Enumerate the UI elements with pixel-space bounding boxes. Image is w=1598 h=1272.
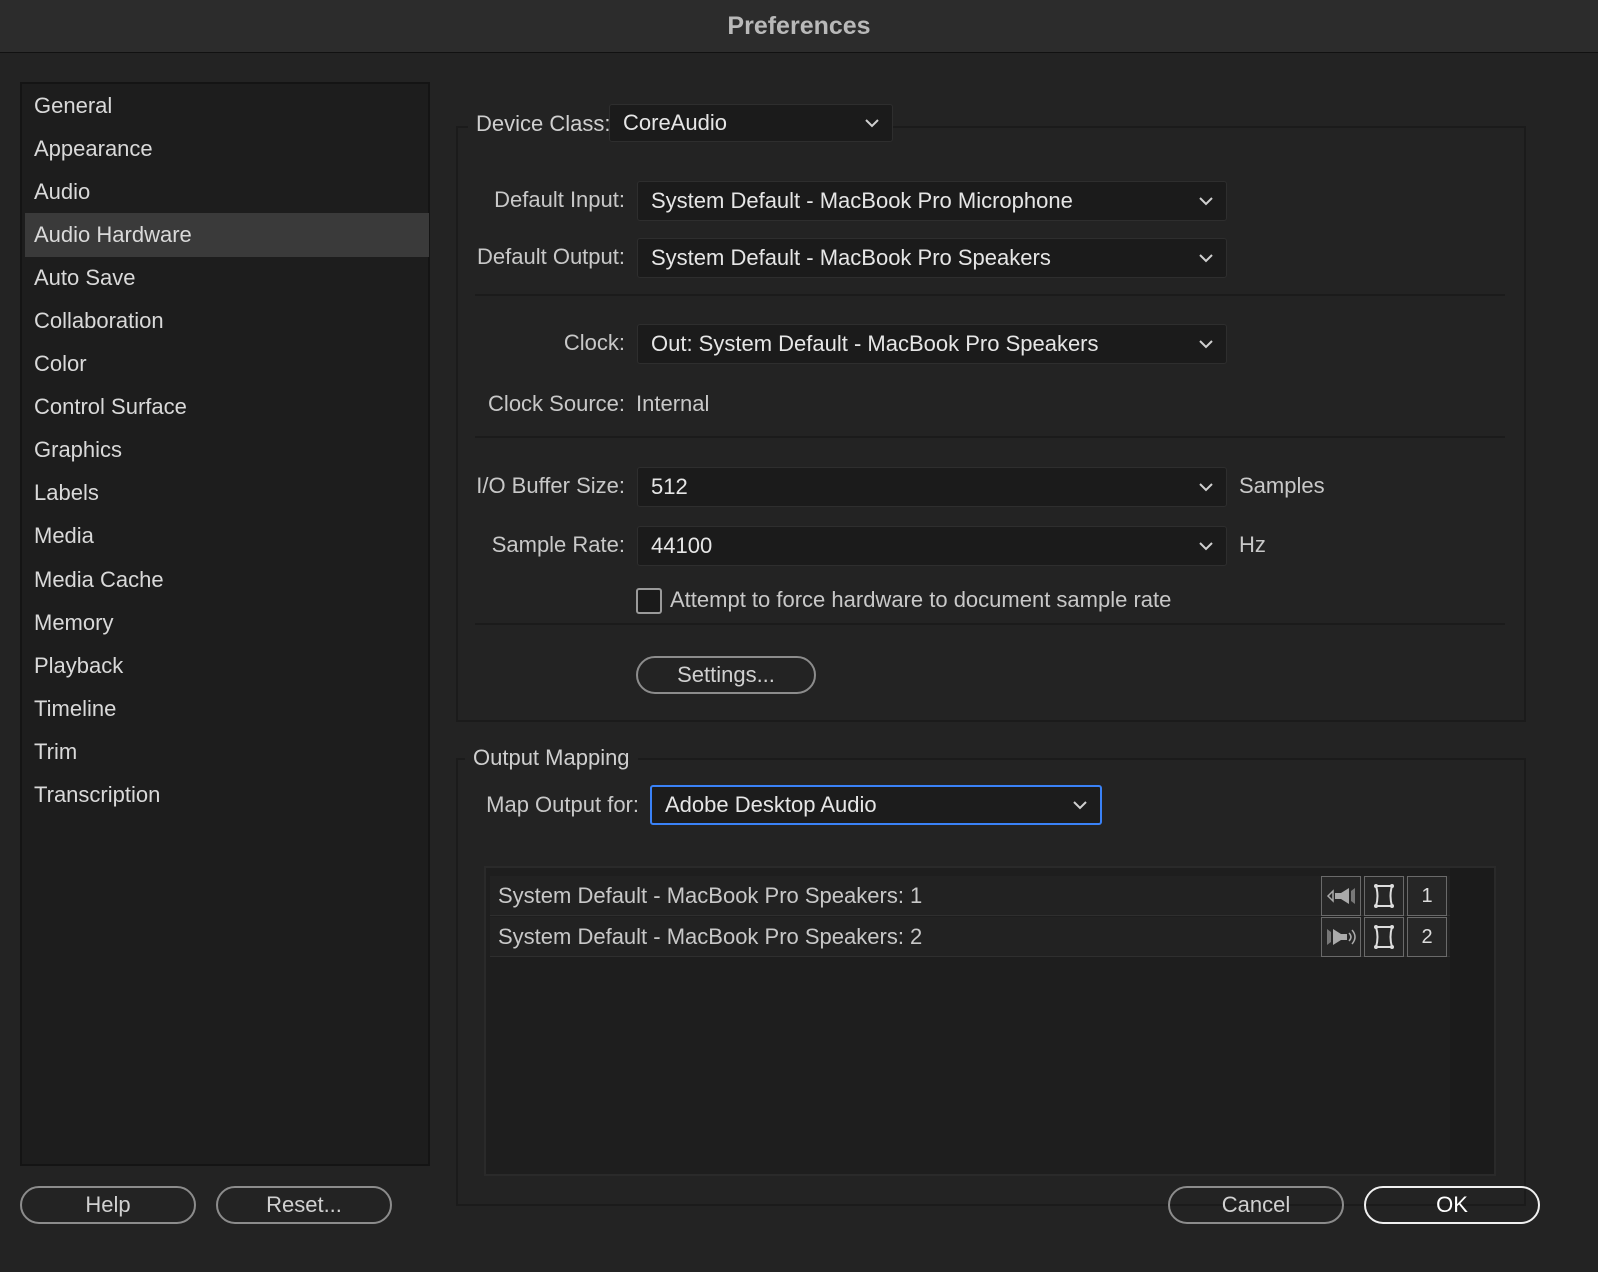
chevron-down-icon: [1199, 254, 1213, 263]
speaker-right-icon[interactable]: [1321, 917, 1361, 957]
ok-button-label: OK: [1436, 1192, 1468, 1217]
settings-button-label: Settings...: [677, 662, 775, 687]
clock-select[interactable]: Out: System Default - MacBook Pro Speake…: [637, 324, 1227, 364]
help-button[interactable]: Help: [20, 1186, 196, 1224]
channel-number[interactable]: 1: [1407, 876, 1447, 916]
divider: [475, 623, 1505, 625]
sidebar-item-label: Color: [34, 351, 87, 376]
sidebar-item-trim[interactable]: Trim: [25, 730, 429, 774]
force-sample-rate-label: Attempt to force hardware to document sa…: [670, 587, 1172, 612]
scrollbar[interactable]: [1450, 868, 1494, 1174]
default-input-value: System Default - MacBook Pro Microphone: [651, 188, 1073, 213]
divider: [475, 436, 1505, 438]
cancel-button-label: Cancel: [1221, 1192, 1291, 1217]
chevron-down-icon: [865, 119, 879, 128]
sidebar-item-media-cache[interactable]: Media Cache: [25, 558, 429, 602]
sidebar-item-label: Trim: [34, 739, 78, 764]
preferences-sidebar: General Appearance Audio Audio Hardware …: [20, 82, 430, 1166]
device-class-select[interactable]: CoreAudio: [609, 104, 893, 142]
default-output-value: System Default - MacBook Pro Speakers: [651, 245, 1051, 270]
clock-value: Out: System Default - MacBook Pro Speake…: [651, 331, 1099, 356]
sidebar-item-label: Media Cache: [34, 567, 164, 592]
ok-button[interactable]: OK: [1364, 1186, 1540, 1224]
divider: [475, 294, 1505, 296]
sidebar-item-label: Memory: [34, 610, 114, 635]
sidebar-item-label: Audio Hardware: [34, 222, 192, 247]
sidebar-item-labels[interactable]: Labels: [25, 471, 429, 515]
map-output-label: Map Output for:: [486, 792, 639, 817]
cancel-button[interactable]: Cancel: [1168, 1186, 1344, 1224]
sidebar-item-color[interactable]: Color: [25, 342, 429, 386]
reset-button-label: Reset...: [266, 1192, 342, 1217]
chevron-down-icon: [1199, 542, 1213, 551]
sidebar-item-label: Audio: [34, 179, 91, 204]
default-input-select[interactable]: System Default - MacBook Pro Microphone: [637, 181, 1227, 221]
channel-number[interactable]: 2: [1407, 917, 1447, 957]
sidebar-item-label: Appearance: [34, 136, 153, 161]
map-output-select[interactable]: Adobe Desktop Audio: [650, 785, 1102, 825]
sidebar-item-label: Collaboration: [34, 308, 164, 333]
sidebar-item-label: Auto Save: [34, 265, 136, 290]
default-input-label: Default Input:: [494, 187, 625, 212]
sample-rate-value: 44100: [651, 533, 713, 558]
channel-name: System Default - MacBook Pro Speakers: 1: [498, 882, 923, 908]
sidebar-item-label: Labels: [34, 480, 99, 505]
sidebar-item-timeline[interactable]: Timeline: [25, 687, 429, 731]
sidebar-item-memory[interactable]: Memory: [25, 601, 429, 645]
window-title: Preferences: [727, 11, 871, 40]
sidebar-item-auto-save[interactable]: Auto Save: [25, 256, 429, 300]
output-mapping-legend: Output Mapping: [465, 745, 638, 771]
reset-button[interactable]: Reset...: [216, 1186, 392, 1224]
sample-rate-select[interactable]: 44100: [637, 526, 1227, 566]
sidebar-item-control-surface[interactable]: Control Surface: [25, 385, 429, 429]
sidebar-item-playback[interactable]: Playback: [25, 644, 429, 688]
sidebar-item-label: Playback: [34, 653, 124, 678]
chevron-down-icon: [1073, 801, 1087, 810]
sidebar-item-collaboration[interactable]: Collaboration: [25, 299, 429, 343]
buffer-size-value: 512: [651, 474, 688, 499]
sidebar-item-audio[interactable]: Audio: [25, 170, 429, 214]
channel-row[interactable]: System Default - MacBook Pro Speakers: 1: [490, 876, 1450, 916]
output-mapping-list: System Default - MacBook Pro Speakers: 1…: [484, 866, 1496, 1176]
sidebar-item-appearance[interactable]: Appearance: [25, 127, 429, 171]
channel-bracket-icon[interactable]: [1364, 917, 1404, 957]
help-button-label: Help: [85, 1192, 131, 1217]
sample-rate-label: Sample Rate:: [491, 532, 625, 557]
sidebar-item-graphics[interactable]: Graphics: [25, 428, 429, 472]
sidebar-item-media[interactable]: Media: [25, 514, 429, 558]
sidebar-item-general[interactable]: General: [25, 84, 429, 128]
chevron-down-icon: [1199, 197, 1213, 206]
force-sample-rate-checkbox[interactable]: [636, 588, 662, 614]
buffer-unit: Samples: [1239, 473, 1325, 498]
channel-row[interactable]: System Default - MacBook Pro Speakers: 2: [490, 917, 1450, 957]
buffer-size-label: I/O Buffer Size:: [476, 473, 625, 498]
settings-button[interactable]: Settings...: [636, 656, 816, 694]
channel-bracket-icon[interactable]: [1364, 876, 1404, 916]
default-output-select[interactable]: System Default - MacBook Pro Speakers: [637, 238, 1227, 278]
clock-source-value: Internal: [636, 391, 710, 416]
sidebar-item-label: General: [34, 93, 113, 118]
sidebar-item-label: Control Surface: [34, 394, 187, 419]
sidebar-item-audio-hardware[interactable]: Audio Hardware: [25, 213, 429, 257]
chevron-down-icon: [1199, 340, 1213, 349]
channel-name: System Default - MacBook Pro Speakers: 2: [498, 923, 923, 949]
device-class-label: Device Class:: [468, 111, 619, 137]
sidebar-item-label: Timeline: [34, 696, 117, 721]
map-output-value: Adobe Desktop Audio: [665, 792, 877, 817]
sidebar-item-transcription[interactable]: Transcription: [25, 773, 429, 817]
clock-label: Clock:: [563, 330, 625, 355]
sample-rate-unit: Hz: [1239, 532, 1266, 557]
sidebar-item-label: Media: [34, 523, 94, 548]
sidebar-item-label: Graphics: [34, 437, 123, 462]
device-class-value: CoreAudio: [623, 110, 727, 135]
sidebar-item-label: Transcription: [34, 782, 161, 807]
clock-source-label: Clock Source:: [488, 391, 625, 416]
default-output-label: Default Output:: [477, 244, 625, 269]
speaker-left-icon[interactable]: [1321, 876, 1361, 916]
chevron-down-icon: [1199, 483, 1213, 492]
title-bar: Preferences: [0, 0, 1598, 53]
buffer-size-select[interactable]: 512: [637, 467, 1227, 507]
